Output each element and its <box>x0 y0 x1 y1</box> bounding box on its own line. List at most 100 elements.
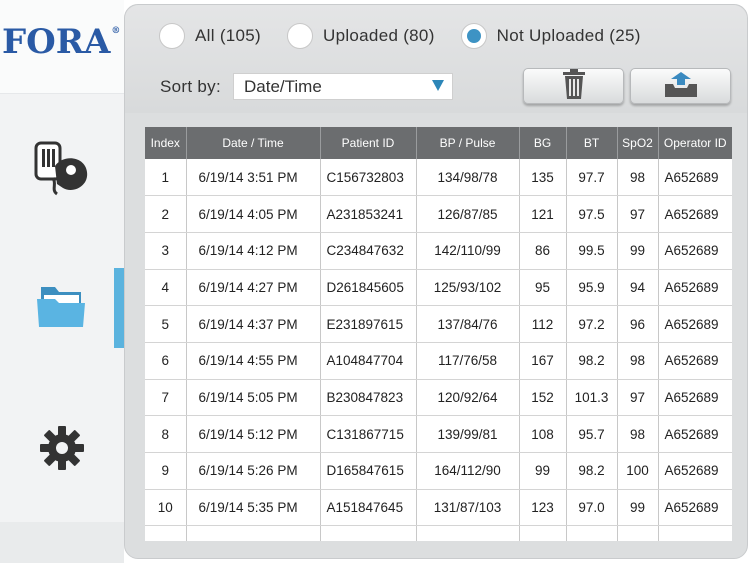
header-date-time[interactable]: Date / Time <box>186 127 321 159</box>
cell-spo2: 98 <box>617 415 659 453</box>
cell-spo2: 97 <box>617 379 659 417</box>
cell-bt: 101.3 <box>566 379 618 417</box>
cell-index: 8 <box>145 415 187 453</box>
filter-uploaded-label: Uploaded (80) <box>323 26 435 45</box>
sidebar-item-meter[interactable] <box>0 130 124 210</box>
empty-cell <box>320 525 417 541</box>
fora-logo: FORA® <box>2 22 121 62</box>
radio-circle-selected[interactable] <box>460 23 487 49</box>
upload-button[interactable] <box>630 68 731 104</box>
table-row[interactable]: 2 6/19/14 4:05 PM A231853241 126/87/85 121 97… <box>145 195 732 233</box>
filter-bar: All (105) Uploaded (80) Not Uploaded (25… <box>125 5 747 113</box>
table-header-row: Index Date / Time Patient ID BP / Pulse … <box>145 127 732 159</box>
cell-index: 4 <box>145 269 187 307</box>
cell-bp-pulse: 164/112/90 <box>416 452 520 490</box>
filter-not-uploaded-radio[interactable]: Not Uploaded (25) <box>460 23 641 49</box>
meter-device-icon <box>33 140 91 201</box>
gear-icon <box>38 424 86 477</box>
table-row[interactable]: 6 6/19/14 4:55 PM A104847704 117/76/58 167 98… <box>145 342 732 380</box>
cell-bt: 98.2 <box>566 452 618 490</box>
cell-bt: 97.0 <box>566 489 618 527</box>
header-index[interactable]: Index <box>145 127 187 159</box>
cell-bp-pulse: 125/93/102 <box>416 269 520 307</box>
cell-patient-id: A151847645 <box>320 489 417 527</box>
cell-date-time: 6/19/14 5:05 PM <box>186 379 321 417</box>
header-spo2[interactable]: SpO2 <box>617 127 659 159</box>
header-bt[interactable]: BT <box>566 127 618 159</box>
filter-uploaded-radio[interactable]: Uploaded (80) <box>287 23 435 49</box>
records-table: Index Date / Time Patient ID BP / Pulse … <box>145 127 732 541</box>
table-row[interactable]: 7 6/19/14 5:05 PM B230847823 120/92/64 152 10… <box>145 379 732 417</box>
header-operator-id[interactable]: Operator ID <box>658 127 732 159</box>
cell-bp-pulse: 137/84/76 <box>416 305 520 343</box>
cell-bg: 86 <box>519 232 567 270</box>
cell-bt: 98.2 <box>566 342 618 380</box>
cell-date-time: 6/19/14 3:51 PM <box>186 159 321 197</box>
table-row[interactable]: 1 6/19/14 3:51 PM C156732803 134/98/78 135 97… <box>145 159 732 197</box>
table-row[interactable]: 10 6/19/14 5:35 PM A151847645 131/87/103 123… <box>145 489 732 527</box>
cell-date-time: 6/19/14 4:12 PM <box>186 232 321 270</box>
empty-cell <box>658 526 732 541</box>
cell-operator-id: A652689 <box>658 269 732 307</box>
table-row[interactable]: 4 6/19/14 4:27 PM D261845605 125/93/102 95 95… <box>145 269 732 307</box>
cell-bt: 97.7 <box>566 159 618 197</box>
cell-bg: 112 <box>519 305 567 343</box>
sort-dropdown[interactable]: Date/Time <box>233 73 453 100</box>
cell-bt: 97.5 <box>566 195 618 233</box>
table-row[interactable]: 9 6/19/14 5:26 PM D165847615 164/112/90 99 98… <box>145 452 732 490</box>
cell-spo2: 99 <box>617 489 659 527</box>
empty-cell <box>186 525 321 541</box>
dropdown-arrow-icon <box>432 80 444 91</box>
upload-filter-group: All (105) Uploaded (80) Not Uploaded (25… <box>159 23 667 49</box>
filter-all-radio[interactable]: All (105) <box>159 23 261 49</box>
sidebar: FORA® <box>0 0 124 563</box>
empty-cell <box>566 525 618 541</box>
sort-label: Sort by: <box>160 77 221 96</box>
records-panel: All (105) Uploaded (80) Not Uploaded (25… <box>124 4 748 559</box>
cell-bg: 152 <box>519 379 567 417</box>
cell-bg: 123 <box>519 489 567 527</box>
header-patient-id[interactable]: Patient ID <box>320 127 417 159</box>
cell-operator-id: A652689 <box>658 342 732 380</box>
cell-spo2: 98 <box>617 342 659 380</box>
cell-index: 1 <box>145 159 187 197</box>
table-filler-row <box>145 525 732 541</box>
table-row[interactable]: 3 6/19/14 4:12 PM C234847632 142/110/99 86 99… <box>145 232 732 270</box>
empty-cell <box>519 525 567 541</box>
radio-circle[interactable] <box>287 23 314 49</box>
cell-bg: 135 <box>519 159 567 197</box>
cell-spo2: 97 <box>617 195 659 233</box>
radio-circle[interactable] <box>159 23 185 49</box>
delete-button[interactable] <box>523 68 624 104</box>
cell-bp-pulse: 126/87/85 <box>416 195 520 233</box>
active-indicator <box>114 268 124 348</box>
sidebar-item-records[interactable] <box>0 268 124 348</box>
cell-patient-id: C156732803 <box>320 159 417 197</box>
cell-operator-id: A652689 <box>658 305 732 343</box>
cell-index: 3 <box>145 232 187 270</box>
cell-bt: 95.9 <box>566 269 618 307</box>
header-bp-pulse[interactable]: BP / Pulse <box>416 127 520 159</box>
sidebar-footer <box>0 522 124 563</box>
cell-bt: 97.2 <box>566 305 618 343</box>
cell-operator-id: A652689 <box>658 232 732 270</box>
cell-operator-id: A652689 <box>658 452 732 490</box>
cell-patient-id: A104847704 <box>320 342 417 380</box>
cell-bg: 95 <box>519 269 567 307</box>
header-bg[interactable]: BG <box>519 127 567 159</box>
cell-patient-id: A231853241 <box>320 195 417 233</box>
cell-date-time: 6/19/14 5:26 PM <box>186 452 321 490</box>
table-row[interactable]: 5 6/19/14 4:37 PM E231897615 137/84/76 112 97… <box>145 305 732 343</box>
sort-value: Date/Time <box>244 76 322 96</box>
cell-bg: 167 <box>519 342 567 380</box>
table-row[interactable]: 8 6/19/14 5:12 PM C131867715 139/99/81 108 95… <box>145 415 732 453</box>
cell-operator-id: A652689 <box>658 195 732 233</box>
cell-bp-pulse: 120/92/64 <box>416 379 520 417</box>
cell-operator-id: A652689 <box>658 489 732 527</box>
sidebar-item-settings[interactable] <box>0 410 124 490</box>
cell-patient-id: E231897615 <box>320 305 417 343</box>
empty-cell <box>416 525 520 541</box>
cell-bt: 99.5 <box>566 232 618 270</box>
cell-date-time: 6/19/14 4:37 PM <box>186 305 321 343</box>
cell-bg: 108 <box>519 415 567 453</box>
